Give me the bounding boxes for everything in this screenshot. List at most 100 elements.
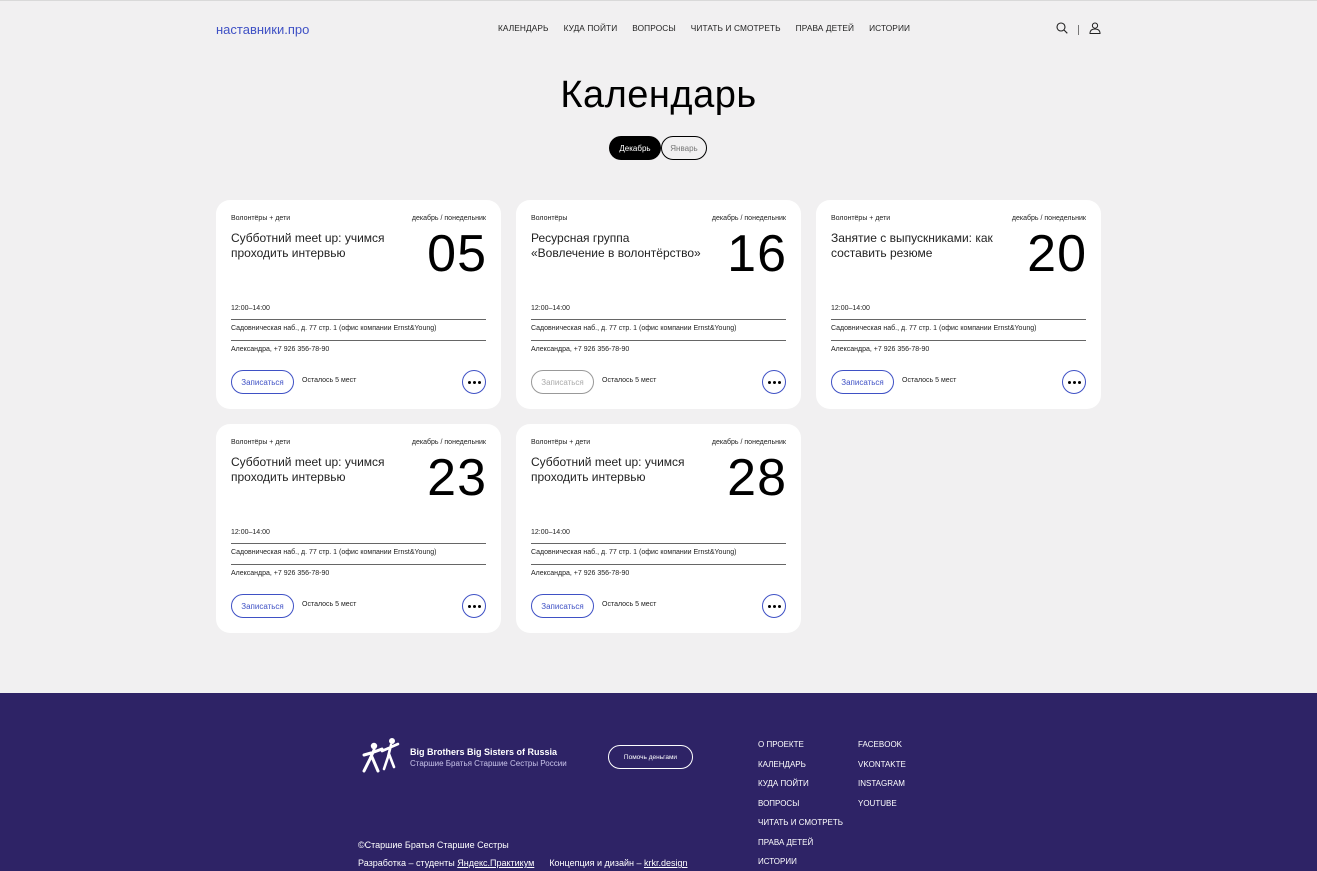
footer-social: FACEBOOK VKONTAKTE INSTAGRAM YOUTUBE [858, 740, 906, 818]
design-credit: Концепция и дизайн – krkr.design [549, 858, 687, 868]
event-date-label: декабрь / понедельник [711, 439, 786, 446]
event-address: Садовническая наб., д. 77 стр. 1 (офис к… [531, 549, 737, 556]
footer-link-where-to-go[interactable]: КУДА ПОЙТИ [758, 779, 843, 799]
more-options-button[interactable] [762, 594, 786, 618]
divider [531, 319, 786, 320]
divider [231, 543, 486, 544]
more-options-button[interactable] [1062, 370, 1086, 394]
more-dots-icon [467, 380, 471, 384]
seats-left: Осталось 5 мест [302, 377, 357, 384]
design-credit-text: Концепция и дизайн – [549, 858, 642, 868]
divider [531, 564, 786, 565]
nav-read-and-watch[interactable]: ЧИТАТЬ И СМОТРЕТЬ [691, 23, 781, 33]
divider [231, 319, 486, 320]
more-options-button[interactable] [762, 370, 786, 394]
dev-credit-link[interactable]: Яндекс.Практикум [457, 858, 534, 868]
divider [531, 340, 786, 341]
site-logo[interactable]: наставники.про [216, 22, 309, 37]
event-day: 23 [427, 449, 487, 507]
page-title: Календарь [560, 74, 757, 116]
event-time: 12:00–14:00 [231, 305, 270, 312]
divider [231, 564, 486, 565]
event-date-label: декабрь / понедельник [1011, 215, 1086, 222]
nav-calendar[interactable]: КАЛЕНДАРЬ [498, 23, 549, 33]
top-divider [0, 0, 1317, 1]
search-icon[interactable] [1056, 21, 1068, 39]
event-title: Ресурсная группа «Вовлечение в волонтёрс… [531, 231, 701, 260]
footer-link-questions[interactable]: ВОПРОСЫ [758, 799, 843, 819]
month-tabs: Декабрь Январь [609, 136, 707, 160]
event-card: Волонтёры + дети декабрь / понедельник С… [216, 200, 501, 409]
seats-left: Осталось 5 мест [602, 601, 657, 608]
event-contact: Александра, +7 926 356-78-90 [531, 346, 630, 353]
event-card: Волонтёры декабрь / понедельник Ресурсна… [516, 200, 801, 409]
user-icon[interactable] [1089, 21, 1101, 39]
event-card: Волонтёры + дети декабрь / понедельник С… [516, 424, 801, 633]
nav-children-rights[interactable]: ПРАВА ДЕТЕЙ [796, 23, 854, 33]
footer-link-facebook[interactable]: FACEBOOK [858, 740, 906, 760]
event-category: Волонтёры [531, 215, 568, 222]
main-nav: КАЛЕНДАРЬ КУДА ПОЙТИ ВОПРОСЫ ЧИТАТЬ И СМ… [498, 23, 910, 33]
brand-name-ru: Старшие Братья Старшие Сестры России [410, 759, 567, 768]
event-title: Субботний meet up: учимся проходить инте… [231, 231, 385, 260]
footer-link-read-and-watch[interactable]: ЧИТАТЬ И СМОТРЕТЬ [758, 818, 843, 838]
signup-button[interactable]: Записаться [231, 370, 294, 394]
brand-name-en: Big Brothers Big Sisters of Russia [410, 747, 558, 757]
seats-left: Осталось 5 мест [602, 377, 657, 384]
event-address: Садовническая наб., д. 77 стр. 1 (офис к… [531, 325, 737, 332]
signup-button[interactable]: Записаться [531, 370, 594, 394]
event-time: 12:00–14:00 [531, 529, 570, 536]
event-date-label: декабрь / понедельник [411, 215, 486, 222]
footer-link-instagram[interactable]: INSTAGRAM [858, 779, 906, 799]
tab-december[interactable]: Декабрь [609, 136, 661, 160]
divider [831, 319, 1086, 320]
event-address: Садовническая наб., д. 77 стр. 1 (офис к… [831, 325, 1037, 332]
event-time: 12:00–14:00 [831, 305, 870, 312]
event-day: 05 [427, 225, 487, 283]
more-options-button[interactable] [462, 370, 486, 394]
event-address: Садовническая наб., д. 77 стр. 1 (офис к… [231, 549, 437, 556]
event-category: Волонтёры + дети [231, 215, 291, 222]
design-credit-link[interactable]: krkr.design [644, 858, 688, 868]
footer-brand[interactable]: Big Brothers Big Sisters of Russia Старш… [360, 737, 567, 778]
event-day: 16 [727, 225, 787, 283]
more-options-button[interactable] [462, 594, 486, 618]
event-contact: Александра, +7 926 356-78-90 [231, 570, 330, 577]
nav-where-to-go[interactable]: КУДА ПОЙТИ [564, 23, 618, 33]
more-dots-icon [467, 604, 471, 608]
nav-questions[interactable]: ВОПРОСЫ [632, 23, 676, 33]
event-day: 20 [1027, 225, 1087, 283]
bbbs-logo-icon [360, 737, 402, 778]
signup-button[interactable]: Записаться [831, 370, 894, 394]
event-title: Субботний meet up: учимся проходить инте… [531, 455, 685, 484]
footer-link-calendar[interactable]: КАЛЕНДАРЬ [758, 760, 843, 780]
dev-credit-text: Разработка – студенты [358, 858, 455, 868]
footer-link-stories[interactable]: ИСТОРИИ [758, 857, 843, 871]
tab-january[interactable]: Январь [661, 136, 707, 160]
event-title: Занятие с выпускниками: как составить ре… [831, 231, 993, 260]
dev-credit: Разработка – студенты Яндекс.Практикум [358, 858, 534, 868]
seats-left: Осталось 5 мест [302, 601, 357, 608]
footer-link-youtube[interactable]: YOUTUBE [858, 799, 906, 819]
footer-link-vkontakte[interactable]: VKONTAKTE [858, 760, 906, 780]
nav-stories[interactable]: ИСТОРИИ [869, 23, 910, 33]
footer-link-children-rights[interactable]: ПРАВА ДЕТЕЙ [758, 838, 843, 858]
event-contact: Александра, +7 926 356-78-90 [831, 346, 930, 353]
event-address: Садовническая наб., д. 77 стр. 1 (офис к… [231, 325, 437, 332]
event-card: Волонтёры + дети декабрь / понедельник С… [216, 424, 501, 633]
event-category: Волонтёры + дети [231, 439, 291, 446]
header-icons [1056, 21, 1101, 39]
event-date-label: декабрь / понедельник [711, 215, 786, 222]
event-time: 12:00–14:00 [531, 305, 570, 312]
event-date-label: декабрь / понедельник [411, 439, 486, 446]
event-day: 28 [727, 449, 787, 507]
event-category: Волонтёры + дети [531, 439, 591, 446]
donate-button[interactable]: Помочь деньгами [608, 745, 693, 769]
signup-button[interactable]: Записаться [531, 594, 594, 618]
footer-link-about[interactable]: О ПРОЕКТЕ [758, 740, 843, 760]
seats-left: Осталось 5 мест [902, 377, 957, 384]
signup-button[interactable]: Записаться [231, 594, 294, 618]
header-icon-separator [1078, 25, 1079, 35]
footer-nav: О ПРОЕКТЕ КАЛЕНДАРЬ КУДА ПОЙТИ ВОПРОСЫ Ч… [758, 740, 843, 871]
divider [231, 340, 486, 341]
